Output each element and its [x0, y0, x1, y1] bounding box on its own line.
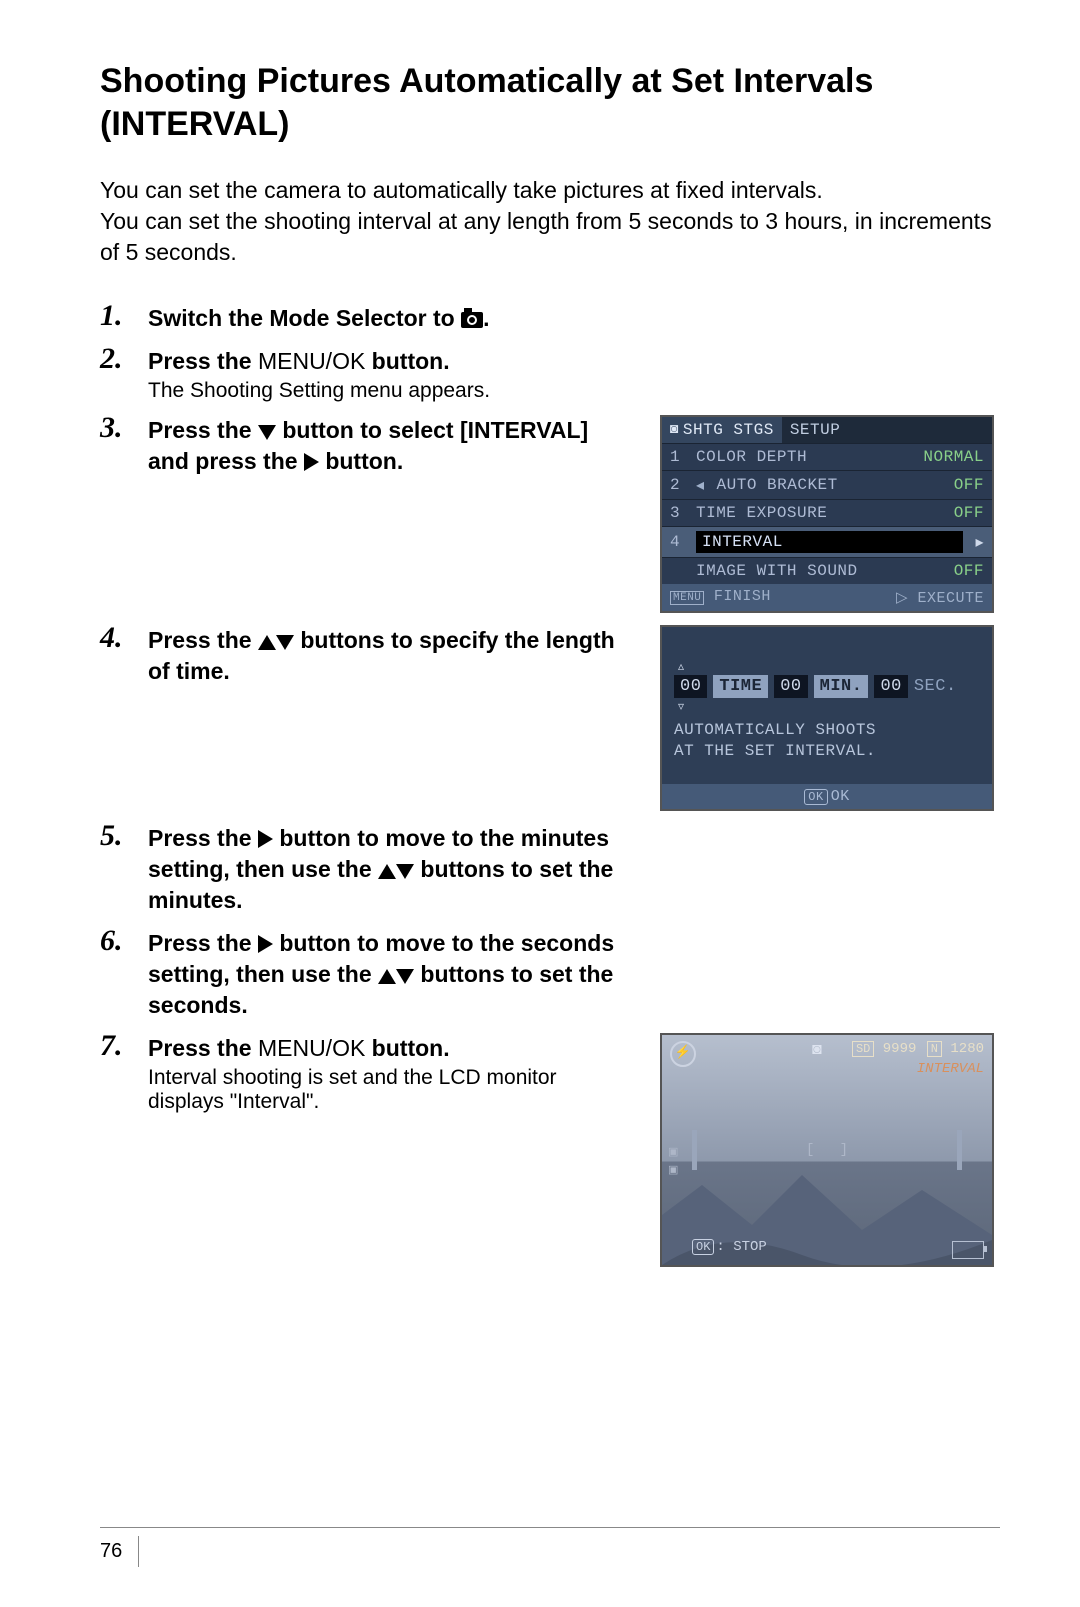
step1-text-b: .: [483, 305, 489, 331]
up-icon: [378, 864, 396, 879]
tab-setup: SETUP: [782, 417, 849, 443]
lcd-live-screenshot: ⚡ ◙ SD 9999 N 1280 INTERVAL [ ] ▣▣: [660, 1033, 994, 1267]
step1-text-a: Switch the Mode Selector to: [148, 305, 461, 331]
step3-text-a: Press the: [148, 417, 258, 443]
step-5: Press the button to move to the minutes …: [100, 823, 1000, 916]
right-icon: [258, 830, 273, 848]
step3-text-c: button.: [325, 448, 403, 474]
down-icon: [396, 969, 414, 984]
step7-text-b: button.: [365, 1035, 449, 1061]
tab-shtg-stgs: ◙SHTG STGS: [662, 417, 782, 443]
lcd-interval-screenshot: 00 TIME 00 MIN. 00 SEC. AUTOMATICALLY SH…: [660, 625, 994, 811]
interval-time-readout: 00 TIME 00 MIN. 00 SEC.: [674, 675, 980, 698]
step5-text-a: Press the: [148, 825, 258, 851]
step-4: Press the buttons to specify the length …: [100, 625, 1000, 811]
lcd-menu-screenshot: ◙SHTG STGS SETUP 1COLOR DEPTHNORMAL 2◂AU…: [660, 415, 994, 613]
ok-bar: OKOK: [662, 784, 992, 809]
battery-icon: [952, 1241, 984, 1259]
step-3: Press the button to select [INTERVAL] an…: [100, 415, 1000, 613]
page-title: Shooting Pictures Automatically at Set I…: [100, 60, 1000, 145]
step4-text-a: Press the: [148, 627, 258, 653]
step-7: Press the MENU/OK button. Interval shoot…: [100, 1033, 1000, 1267]
right-icon: [304, 453, 319, 471]
camera-icon: [461, 312, 483, 328]
page-footer: 76: [100, 1527, 1000, 1567]
menu-ok-label: MENU/OK: [258, 1035, 365, 1061]
step6-text-a: Press the: [148, 930, 258, 956]
up-icon: [258, 635, 276, 650]
menu-row-selected: 4INTERVAL▸: [662, 526, 992, 557]
top-info: SD 9999 N 1280: [850, 1041, 984, 1057]
down-icon: [258, 425, 276, 440]
camera-icon: ◙: [812, 1041, 822, 1059]
step-6: Press the button to move to the seconds …: [100, 928, 1000, 1021]
step7-sub: Interval shooting is set and the LCD mon…: [148, 1066, 630, 1114]
up-icon: [378, 969, 396, 984]
menu-row: IMAGE WITH SOUNDOFF: [662, 557, 992, 584]
menu-row: 1COLOR DEPTHNORMAL: [662, 443, 992, 470]
step-1: Switch the Mode Selector to .: [100, 303, 1000, 334]
intro-line-2: You can set the shooting interval at any…: [100, 206, 1000, 268]
intro-block: You can set the camera to automatically …: [100, 175, 1000, 268]
menu-row: 3TIME EXPOSUREOFF: [662, 499, 992, 526]
down-icon: [396, 864, 414, 879]
menu-row: 2◂AUTO BRACKETOFF: [662, 470, 992, 499]
step-2: Press the MENU/OK button. The Shooting S…: [100, 346, 1000, 403]
interval-note: AUTOMATICALLY SHOOTS AT THE SET INTERVAL…: [674, 720, 980, 762]
intro-line-1: You can set the camera to automatically …: [100, 175, 1000, 206]
down-icon: [276, 635, 294, 650]
menu-footer: MENU FINISH ▷ EXECUTE: [662, 584, 992, 611]
ok-stop: OK: STOP: [692, 1239, 767, 1255]
interval-indicator: INTERVAL: [917, 1061, 984, 1077]
page-number: 76: [100, 1536, 139, 1567]
menu-ok-label: MENU/OK: [258, 348, 365, 374]
step2-text-b: button.: [365, 348, 449, 374]
step2-sub: The Shooting Setting menu appears.: [148, 379, 1000, 403]
flash-icon: ⚡: [670, 1041, 696, 1067]
step7-text-a: Press the: [148, 1035, 258, 1061]
step2-text-a: Press the: [148, 348, 258, 374]
right-icon: [258, 935, 273, 953]
